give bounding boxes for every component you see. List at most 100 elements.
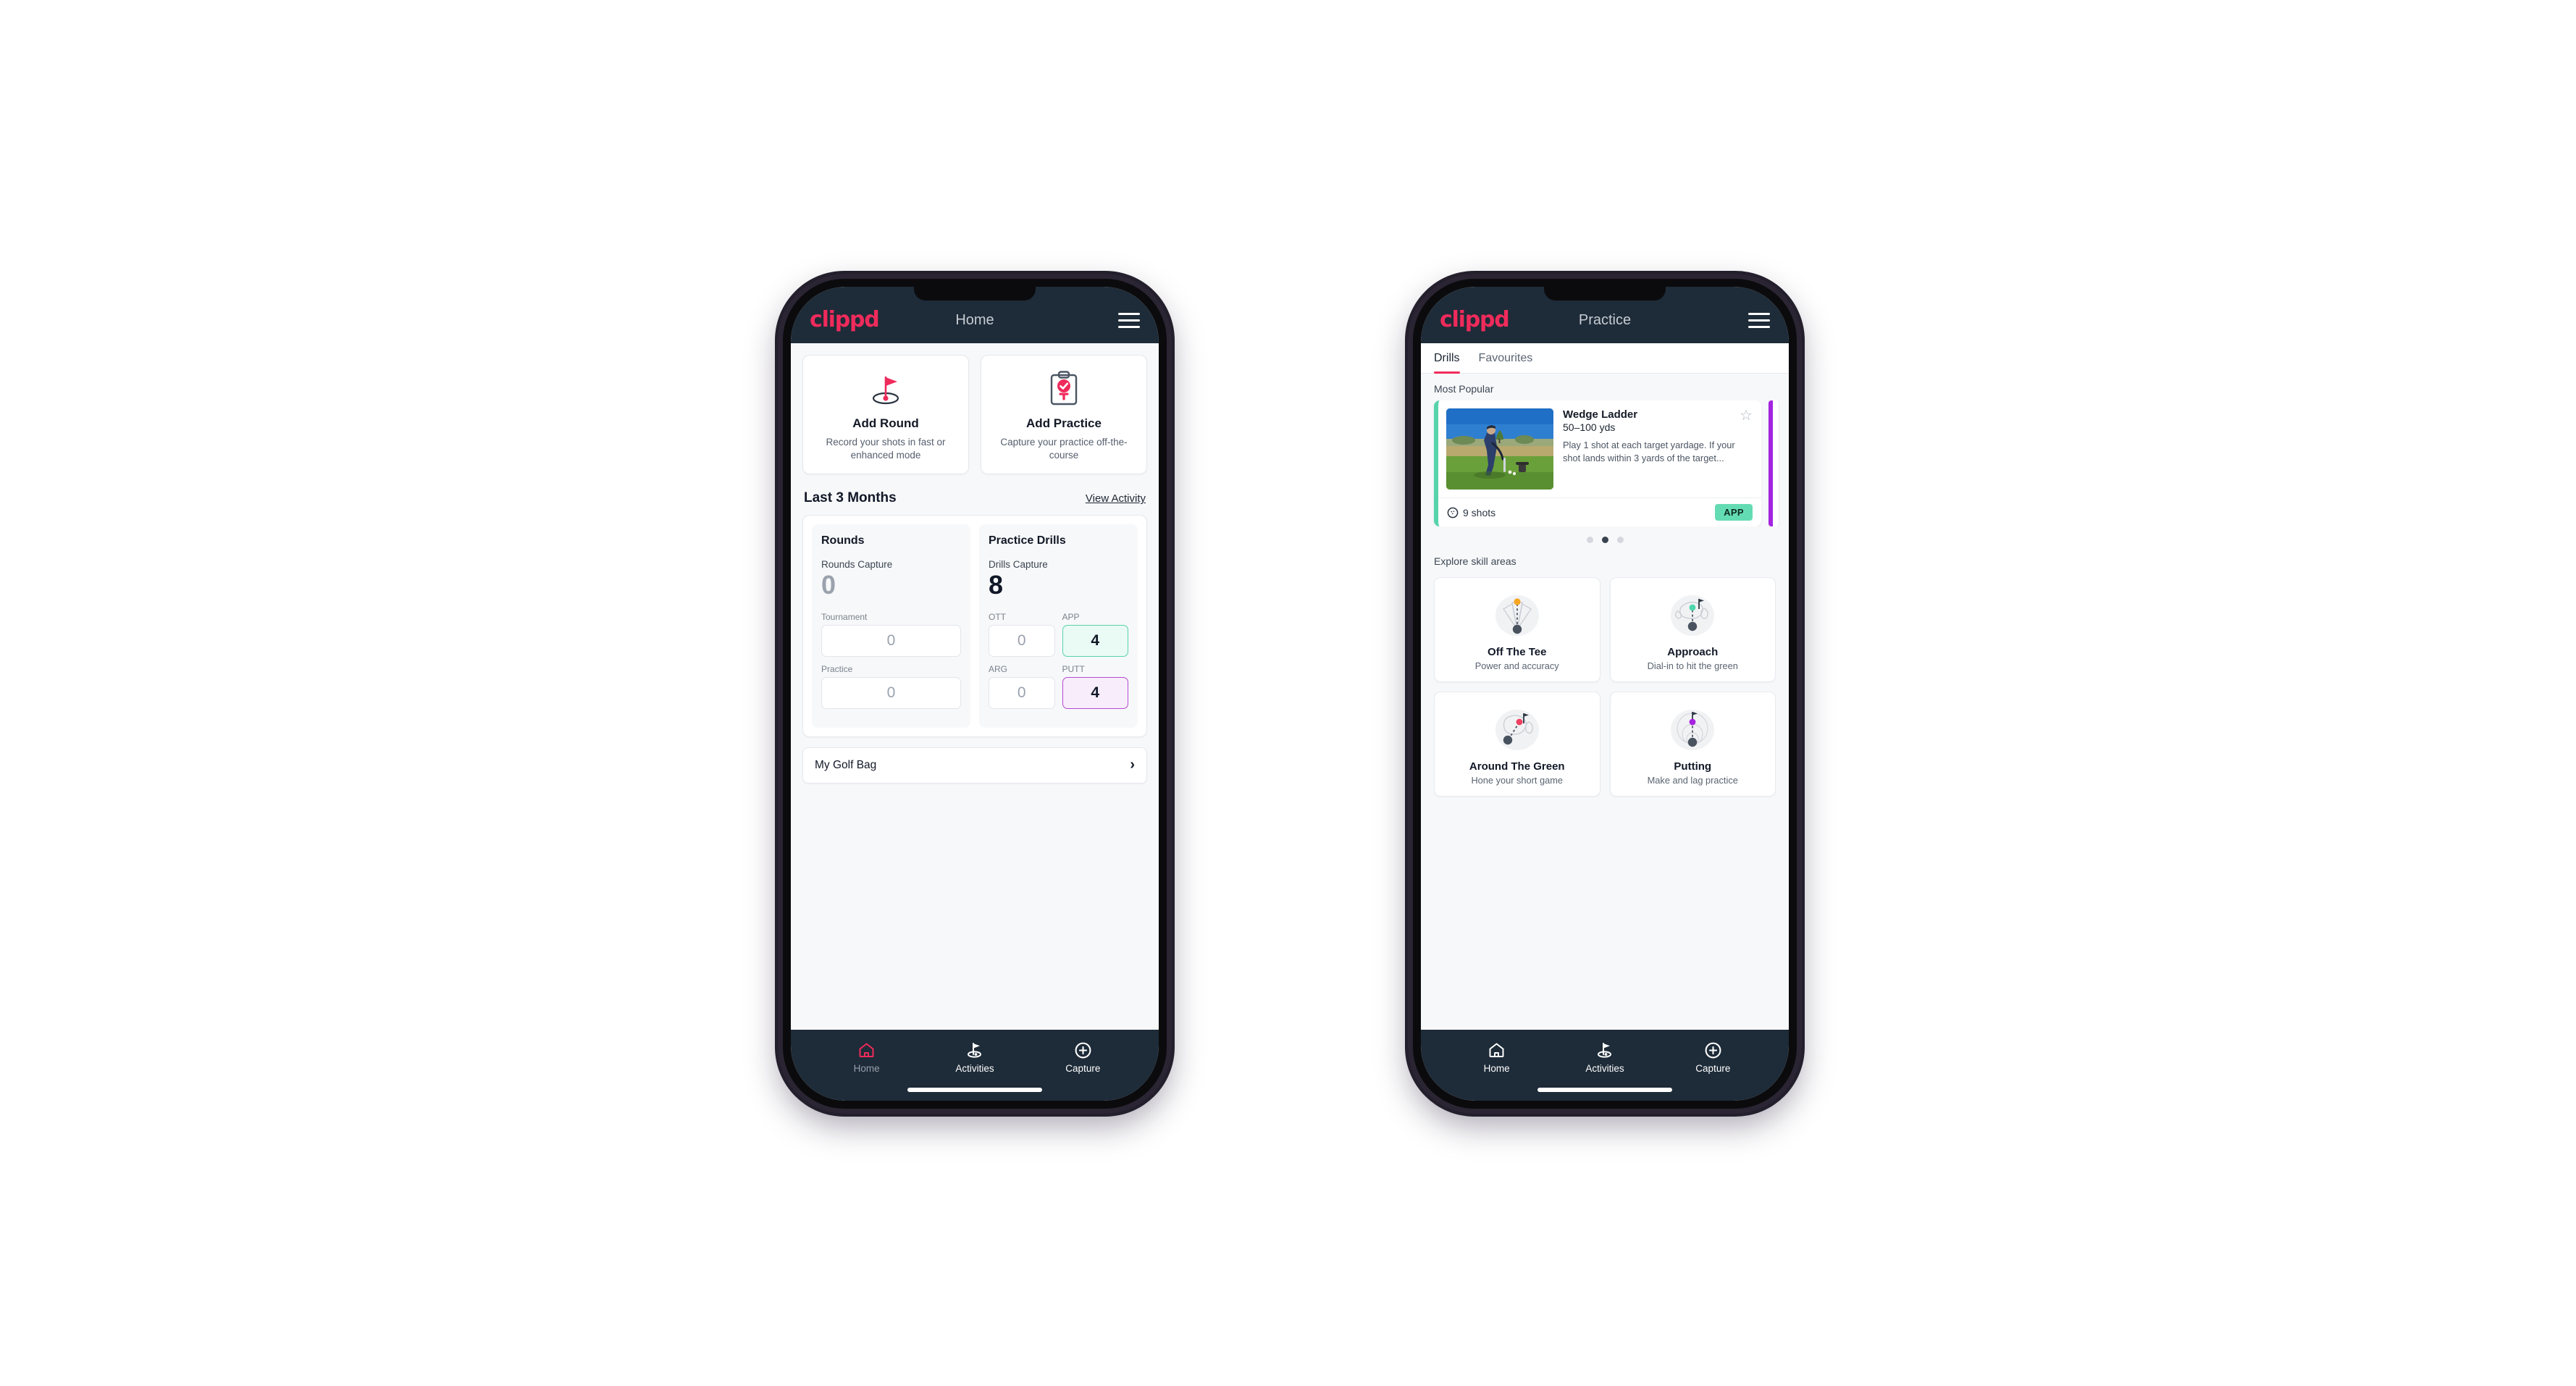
nav-label-activities: Activities bbox=[955, 1063, 994, 1074]
tournament-metric: Tournament 0 bbox=[821, 612, 961, 657]
my-golf-bag-label: My Golf Bag bbox=[815, 758, 877, 771]
app-label: APP bbox=[1062, 611, 1080, 622]
add-practice-subtitle: Capture your practice off-the-course bbox=[1000, 437, 1128, 461]
nav-label-home: Home bbox=[1483, 1063, 1510, 1074]
tee-shot-fan-icon bbox=[1440, 588, 1594, 642]
stats-card: Rounds Rounds Capture 0 Tournament 0 Pra… bbox=[802, 515, 1147, 737]
home-icon bbox=[813, 1040, 920, 1060]
add-practice-card[interactable]: Add Practice Capture your practice off-t… bbox=[981, 355, 1147, 475]
putt-metric: PUTT 4 bbox=[1062, 664, 1128, 716]
hamburger-icon[interactable] bbox=[1748, 312, 1770, 328]
carousel-dot-2[interactable] bbox=[1601, 537, 1608, 543]
practice-value[interactable]: 0 bbox=[821, 676, 961, 709]
approach-green-icon bbox=[1616, 588, 1770, 642]
skill-sub-off-the-tee: Power and accuracy bbox=[1474, 660, 1559, 671]
practice-tabs: Drills Favourites bbox=[1421, 343, 1789, 374]
tournament-value[interactable]: 0 bbox=[821, 624, 961, 657]
skill-card-around-the-green[interactable]: Around The Green Hone your short game bbox=[1434, 692, 1600, 797]
tournament-label: Tournament bbox=[821, 611, 868, 622]
view-activity-link[interactable]: View Activity bbox=[1086, 492, 1146, 505]
chevron-right-icon: › bbox=[1130, 757, 1135, 773]
drills-carousel[interactable]: Wedge Ladder 50–100 yds ☆ Play 1 shot at… bbox=[1421, 400, 1789, 526]
skill-card-approach[interactable]: Approach Dial-in to hit the green bbox=[1609, 577, 1776, 682]
ott-metric: OTT 0 bbox=[989, 612, 1055, 664]
drill-card-wedge-ladder[interactable]: Wedge Ladder 50–100 yds ☆ Play 1 shot at… bbox=[1434, 400, 1761, 526]
drill-header: Wedge Ladder 50–100 yds ☆ bbox=[1563, 408, 1753, 433]
nav-item-home[interactable]: Home bbox=[1443, 1040, 1551, 1074]
golf-flag-icon bbox=[1551, 1040, 1658, 1060]
skill-title-approach: Approach bbox=[1667, 646, 1719, 658]
skill-title-off-the-tee: Off The Tee bbox=[1488, 646, 1547, 658]
home-bottom-nav: Home Activities Capture bbox=[791, 1030, 1159, 1101]
nav-label-capture: Capture bbox=[1695, 1063, 1731, 1074]
drill-skill-badge: APP bbox=[1715, 504, 1753, 521]
putt-value[interactable]: 4 bbox=[1062, 676, 1128, 709]
skill-title-around-the-green: Around The Green bbox=[1469, 760, 1565, 773]
drill-card-next-peek[interactable] bbox=[1769, 400, 1779, 526]
add-round-subtitle: Record your shots in fast or enhanced mo… bbox=[826, 437, 946, 461]
clipboard-check-tee-icon bbox=[989, 369, 1139, 409]
drill-description: Play 1 shot at each target yardage. If y… bbox=[1563, 440, 1735, 464]
drills-metric-row-1: OTT 0 APP 4 bbox=[989, 612, 1128, 664]
arg-value[interactable]: 0 bbox=[989, 676, 1055, 709]
drills-capture-label: Drills Capture bbox=[989, 559, 1048, 571]
nav-item-activities[interactable]: Activities bbox=[1551, 1040, 1658, 1074]
ott-label: OTT bbox=[989, 611, 1006, 622]
carousel-dot-1[interactable] bbox=[1586, 537, 1593, 543]
drill-yardage: 50–100 yds bbox=[1563, 421, 1616, 433]
home-content: Add Round Record your shots in fast or e… bbox=[791, 343, 1159, 1030]
practice-label: Practice bbox=[821, 663, 853, 674]
my-golf-bag-row[interactable]: My Golf Bag › bbox=[802, 747, 1147, 784]
practice-bottom-nav: Home Activities Capture bbox=[1421, 1030, 1789, 1101]
ott-value[interactable]: 0 bbox=[989, 624, 1055, 657]
skill-card-off-the-tee[interactable]: Off The Tee Power and accuracy bbox=[1434, 577, 1600, 682]
skill-sub-approach: Dial-in to hit the green bbox=[1647, 660, 1738, 671]
plus-circle-icon bbox=[1029, 1040, 1137, 1060]
practice-drills-column: Practice Drills Drills Capture 8 OTT 0 A… bbox=[979, 524, 1138, 728]
nav-label-activities: Activities bbox=[1585, 1063, 1624, 1074]
drill-info: Wedge Ladder 50–100 yds ☆ Play 1 shot at… bbox=[1563, 408, 1753, 490]
home-indicator bbox=[1537, 1088, 1672, 1092]
skill-sub-around-the-green: Hone your short game bbox=[1471, 775, 1564, 786]
nav-item-activities[interactable]: Activities bbox=[920, 1040, 1028, 1074]
skill-card-putting[interactable]: Putting Make and lag practice bbox=[1609, 692, 1776, 797]
putting-rings-icon bbox=[1616, 702, 1770, 756]
nav-item-capture[interactable]: Capture bbox=[1029, 1040, 1137, 1074]
tab-favourites[interactable]: Favourites bbox=[1479, 343, 1533, 373]
section-title: Last 3 Months bbox=[804, 490, 897, 506]
practice-metric: Practice 0 bbox=[821, 664, 961, 709]
add-round-card[interactable]: Add Round Record your shots in fast or e… bbox=[802, 355, 969, 475]
add-practice-title: Add Practice bbox=[1026, 416, 1102, 430]
rounds-capture-label: Rounds Capture bbox=[821, 559, 893, 571]
practice-content: Drills Favourites Most Popular Wedge Lad… bbox=[1421, 343, 1789, 1030]
nav-item-home[interactable]: Home bbox=[813, 1040, 920, 1074]
phone-home-mockup: clippd Home Add Round Record your shots … bbox=[778, 274, 1172, 1114]
nav-item-capture[interactable]: Capture bbox=[1659, 1040, 1767, 1074]
home-icon bbox=[1443, 1040, 1551, 1060]
carousel-dot-3[interactable] bbox=[1616, 537, 1624, 543]
rounds-column: Rounds Rounds Capture 0 Tournament 0 Pra… bbox=[812, 524, 970, 728]
explore-skill-areas-label: Explore skill areas bbox=[1434, 555, 1516, 567]
golf-flag-hole-icon bbox=[810, 369, 961, 409]
hamburger-icon[interactable] bbox=[1118, 312, 1140, 328]
skill-sub-putting: Make and lag practice bbox=[1647, 775, 1738, 786]
tab-drills[interactable]: Drills bbox=[1434, 343, 1460, 374]
app-value[interactable]: 4 bbox=[1062, 624, 1128, 657]
drill-footer: 9 shots APP bbox=[1438, 497, 1761, 526]
drill-shots: 9 shots bbox=[1447, 507, 1495, 518]
app-metric: APP 4 bbox=[1062, 611, 1128, 664]
star-outline-icon[interactable]: ☆ bbox=[1740, 408, 1753, 423]
phone-practice-mockup: clippd Practice Drills Favourites Most P… bbox=[1408, 274, 1802, 1114]
clippd-logo[interactable]: clippd bbox=[1440, 309, 1510, 331]
drill-name: Wedge Ladder bbox=[1563, 408, 1638, 421]
home-indicator bbox=[907, 1088, 1042, 1092]
quick-actions-row: Add Round Record your shots in fast or e… bbox=[791, 343, 1159, 475]
last-3-months-header: Last 3 Months View Activity bbox=[791, 474, 1159, 515]
carousel-dots bbox=[1421, 526, 1789, 546]
golf-ball-icon bbox=[1447, 507, 1459, 518]
clippd-logo[interactable]: clippd bbox=[810, 309, 880, 331]
screenshot-canvas: clippd Home Add Round Record your shots … bbox=[0, 0, 2576, 1386]
add-round-title: Add Round bbox=[852, 416, 919, 430]
drill-title-group: Wedge Ladder 50–100 yds bbox=[1563, 408, 1637, 433]
device-notch bbox=[1544, 287, 1666, 301]
